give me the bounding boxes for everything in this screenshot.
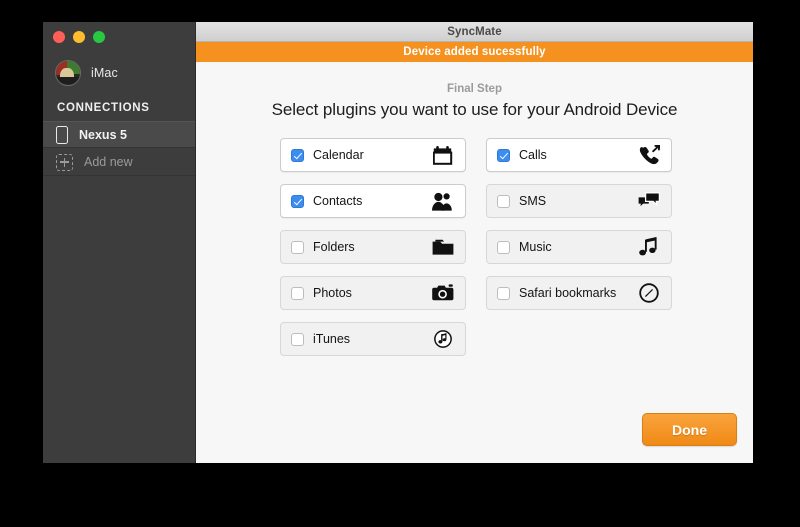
step-label: Final Step (447, 83, 502, 95)
sidebar-item-nexus-5[interactable]: Nexus 5 (43, 121, 195, 148)
minimize-button[interactable] (73, 31, 85, 43)
plugin-card-itunes[interactable]: iTunes (280, 322, 466, 356)
plugin-checkbox[interactable] (291, 148, 304, 162)
plugin-checkbox[interactable] (497, 240, 510, 254)
connections-section-header: CONNECTIONS (57, 102, 150, 114)
panel-body: Final Step Select plugins you want to us… (196, 62, 753, 463)
plugin-checkbox[interactable] (497, 286, 510, 300)
plugin-label: Safari bookmarks (519, 286, 617, 300)
plugin-label: Calendar (313, 148, 364, 162)
titlebar[interactable]: SyncMate (196, 22, 753, 42)
plugin-label: Calls (519, 148, 547, 162)
plugin-label: Photos (313, 286, 352, 300)
calendar-icon (432, 144, 454, 166)
plugin-checkbox[interactable] (291, 240, 304, 254)
plugin-checkbox[interactable] (497, 148, 510, 162)
desktop-background: iMac CONNECTIONS Nexus 5 Add new SyncMat… (0, 0, 800, 527)
sidebar-item-add-new[interactable]: Add new (43, 149, 195, 176)
page-title: Select plugins you want to use for your … (271, 100, 678, 119)
plugin-checkbox[interactable] (497, 194, 510, 208)
plugin-label: SMS (519, 194, 547, 208)
plugin-card-music[interactable]: Music (486, 230, 672, 264)
done-button[interactable]: Done (642, 413, 737, 446)
user-avatar-icon (55, 60, 81, 86)
plugin-card-safari-bookmarks[interactable]: Safari bookmarks (486, 276, 672, 310)
plugin-card-contacts[interactable]: Contacts (280, 184, 466, 218)
plugin-label: iTunes (313, 332, 351, 346)
music-note-icon (638, 236, 660, 258)
status-banner: Device added sucessfully (196, 42, 753, 62)
account-name: iMac (91, 66, 118, 80)
plugin-card-photos[interactable]: Photos (280, 276, 466, 310)
maximize-button[interactable] (93, 31, 105, 43)
sidebar: iMac CONNECTIONS Nexus 5 Add new (43, 22, 196, 463)
plugin-checkbox[interactable] (291, 286, 304, 300)
plugin-checkbox[interactable] (291, 194, 304, 208)
phone-icon (56, 125, 68, 144)
safari-icon (638, 282, 660, 304)
plus-icon (56, 153, 73, 171)
plugin-grid: Calendar Calls Contacts SMS Folders Musi… (280, 138, 672, 356)
plugin-checkbox[interactable] (291, 332, 304, 346)
contacts-icon (432, 190, 454, 212)
sms-icon (638, 190, 660, 212)
camera-icon (432, 282, 454, 304)
folder-icon (432, 236, 454, 258)
status-banner-text: Device added sucessfully (403, 46, 546, 58)
phone-call-icon (638, 144, 660, 166)
done-button-label: Done (672, 421, 707, 438)
sidebar-item-label: Add new (84, 155, 133, 169)
plugin-label: Music (519, 240, 552, 254)
sidebar-account-row[interactable]: iMac (43, 55, 195, 91)
window-controls (53, 31, 105, 43)
syncmate-window: iMac CONNECTIONS Nexus 5 Add new SyncMat… (43, 22, 753, 463)
plugin-label: Contacts (313, 194, 363, 208)
plugin-label: Folders (313, 240, 355, 254)
window-title: SyncMate (447, 25, 502, 38)
plugin-card-sms[interactable]: SMS (486, 184, 672, 218)
close-button[interactable] (53, 31, 65, 43)
sidebar-item-label: Nexus 5 (79, 127, 127, 142)
itunes-icon (432, 328, 454, 350)
plugin-card-calls[interactable]: Calls (486, 138, 672, 172)
main-panel: SyncMate Device added sucessfully Final … (196, 22, 753, 463)
plugin-card-folders[interactable]: Folders (280, 230, 466, 264)
plugin-card-calendar[interactable]: Calendar (280, 138, 466, 172)
